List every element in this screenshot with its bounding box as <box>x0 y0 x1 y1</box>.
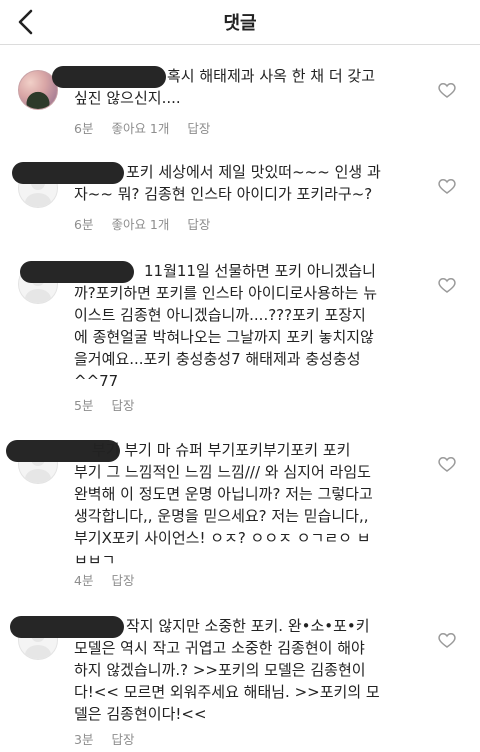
page-title: 댓글 <box>223 13 257 34</box>
comment-text: 혹시 해태제과 사옥 한 채 더 갖고 싶진 않으신지.... <box>74 67 376 107</box>
heart-icon[interactable] <box>438 632 456 648</box>
comment-meta: 3분 답장 <box>74 729 152 748</box>
reply-button[interactable]: 답장 <box>111 573 134 588</box>
header-bar: 댓글 <box>0 0 480 45</box>
heart-icon[interactable] <box>438 456 456 472</box>
reply-button[interactable]: 답장 <box>187 217 210 232</box>
default-avatar-body <box>25 469 51 483</box>
default-avatar-body <box>25 645 51 659</box>
default-avatar-body <box>25 193 51 207</box>
comment-meta: 4분 답장 <box>74 570 152 589</box>
reply-button[interactable]: 답장 <box>187 121 210 136</box>
heart-icon[interactable] <box>438 178 456 194</box>
comment-meta: 5분 답장 <box>74 395 152 414</box>
comment-text: 부기 부기 마 슈퍼 부기포키부기포키 포키 부기 그 느낌적인 느낌 느낌//… <box>74 441 373 569</box>
comment-time: 3분 <box>74 732 94 747</box>
comment-meta: 6분 좋아요 1개 답장 <box>74 118 228 137</box>
comment-meta: 6분 좋아요 1개 답장 <box>74 214 228 233</box>
comment-time: 5분 <box>74 398 94 413</box>
heart-icon[interactable] <box>438 277 456 293</box>
likes-count[interactable]: 좋아요 1개 <box>111 121 169 136</box>
comment-text: 작지 않지만 소중한 포키. 완•소•포•키 모델은 역시 작고 귀엽고 소중한… <box>74 617 380 723</box>
comment-time: 6분 <box>74 121 94 136</box>
likes-count[interactable]: 좋아요 1개 <box>111 217 169 232</box>
heart-icon[interactable] <box>438 82 456 98</box>
comment-text: 11월11일 선물하면 포키 아니겠습니 까?포키하면 포키를 인스타 아이디로… <box>74 262 378 390</box>
reply-button[interactable]: 답장 <box>111 398 134 413</box>
comment-time: 6분 <box>74 217 94 232</box>
comment-text: 포키 세상에서 제일 맛있떠~~~ 인생 과 자~~ 뭐? 김종현 인스타 아이… <box>74 163 381 203</box>
default-avatar-body <box>25 289 51 303</box>
comment-time: 4분 <box>74 573 94 588</box>
reply-button[interactable]: 답장 <box>111 732 134 747</box>
